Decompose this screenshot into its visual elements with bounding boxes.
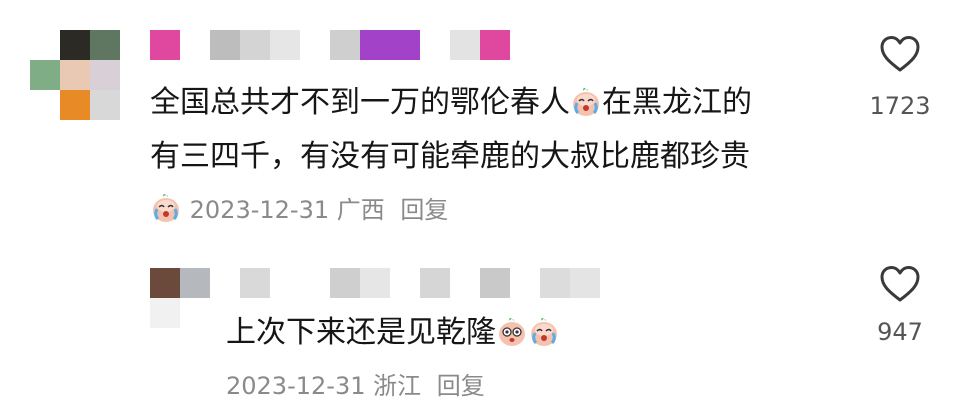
crying-peach-emoji-icon [153, 194, 179, 222]
avatar[interactable] [150, 268, 210, 298]
avatar-pixelated-lower [150, 298, 210, 328]
reply-button[interactable]: 回复 [400, 196, 448, 224]
comment-date: 2023-12-31 [226, 372, 366, 400]
crying-peach-emoji-icon [499, 318, 525, 346]
comment-location: 浙江 [373, 372, 422, 400]
comment-text: 全国总共才不到一万的鄂伦春人 在黑龙江的 有三四千，有没有可能牵鹿的大叔比鹿都珍… [150, 76, 840, 184]
avatar[interactable] [30, 30, 120, 120]
heart-outline-icon [880, 36, 920, 72]
comment-meta: 2023-12-31 广西 回复 [150, 192, 448, 226]
like-button[interactable] [868, 34, 932, 78]
comment-date: 2023-12-31 [189, 196, 330, 224]
crying-peach-emoji-icon [573, 88, 599, 116]
comment-location: 广西 [336, 196, 385, 224]
reply-button[interactable]: 回复 [437, 372, 485, 400]
like-button[interactable] [868, 264, 932, 308]
username-pixelated[interactable] [240, 268, 600, 298]
comment-text-line-1: 全国总共才不到一万的鄂伦春人 在黑龙江的 [150, 85, 752, 120]
comment-meta: 2023-12-31 浙江 回复 [226, 370, 485, 402]
comment-text: 上次下来还是见乾隆 [226, 306, 826, 360]
comment-text-line-2: 有三四千，有没有可能牵鹿的大叔比鹿都珍贵 [150, 139, 750, 174]
crying-peach-emoji-icon [531, 318, 557, 346]
like-count: 1723 [869, 92, 931, 120]
heart-outline-icon [880, 266, 920, 302]
like-count: 947 [877, 318, 923, 346]
username-pixelated[interactable] [150, 30, 510, 60]
